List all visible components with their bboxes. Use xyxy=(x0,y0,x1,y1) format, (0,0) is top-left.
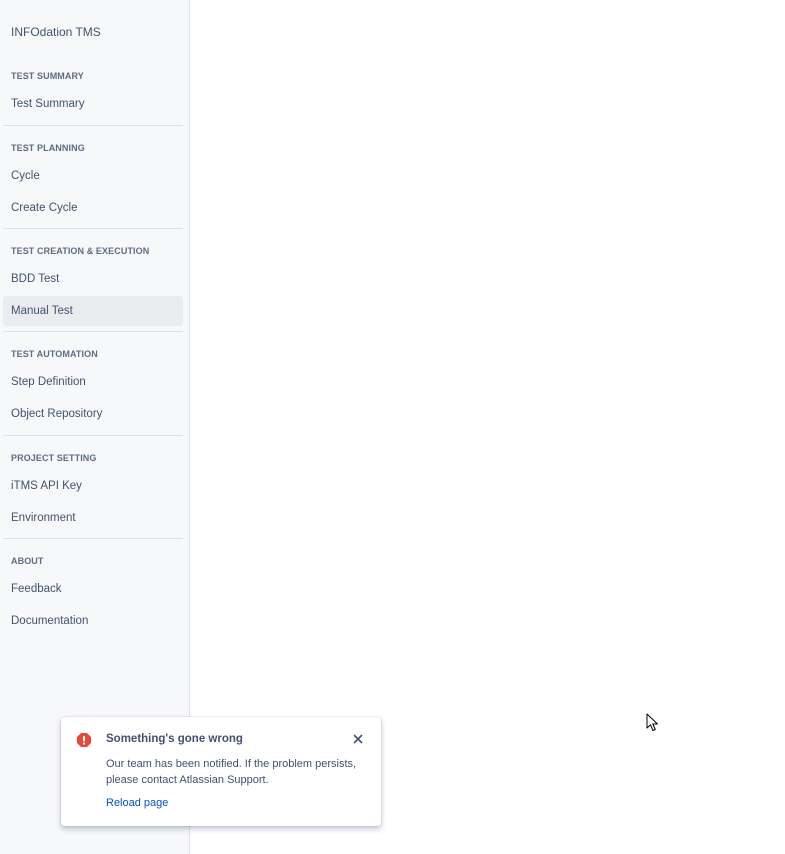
section-header-about: ABOUT xyxy=(11,556,44,566)
sidebar-item-feedback[interactable]: Feedback xyxy=(3,574,183,604)
section-header-test-creation-execution: TEST CREATION & EXECUTION xyxy=(11,246,150,256)
close-icon[interactable] xyxy=(351,732,365,746)
error-icon xyxy=(76,732,92,748)
sidebar-item-test-summary[interactable]: Test Summary xyxy=(3,89,183,119)
section-header-test-planning: TEST PLANNING xyxy=(11,143,85,153)
sidebar-item-itms-api-key[interactable]: iTMS API Key xyxy=(3,471,183,501)
section-header-test-automation: TEST AUTOMATION xyxy=(11,349,98,359)
sidebar-item-environment[interactable]: Environment xyxy=(3,503,183,533)
sidebar-item-step-definition[interactable]: Step Definition xyxy=(3,367,183,397)
error-flag: Something's gone wrong Our team has been… xyxy=(61,717,381,826)
sidebar-item-manual-test[interactable]: Manual Test xyxy=(3,296,183,326)
error-flag-message: Our team has been notified. If the probl… xyxy=(106,758,357,786)
sidebar-item-object-repository[interactable]: Object Repository xyxy=(3,399,183,429)
reload-page-link[interactable]: Reload page xyxy=(106,797,168,809)
section-divider xyxy=(3,228,183,229)
section-divider xyxy=(3,331,183,332)
sidebar-item-cycle[interactable]: Cycle xyxy=(3,161,183,191)
section-header-project-setting: PROJECT SETTING xyxy=(11,453,97,463)
sidebar-item-create-cycle[interactable]: Create Cycle xyxy=(3,193,183,223)
mouse-pointer-icon xyxy=(646,713,660,738)
sidebar-item-bdd-test[interactable]: BDD Test xyxy=(3,264,183,294)
section-header-test-summary: TEST SUMMARY xyxy=(11,71,84,81)
app-title: INFOdation TMS xyxy=(11,25,101,39)
error-flag-title: Something's gone wrong xyxy=(106,733,243,745)
section-divider xyxy=(3,125,183,126)
section-divider xyxy=(3,435,183,436)
sidebar-item-documentation[interactable]: Documentation xyxy=(3,606,183,636)
section-divider xyxy=(3,538,183,539)
